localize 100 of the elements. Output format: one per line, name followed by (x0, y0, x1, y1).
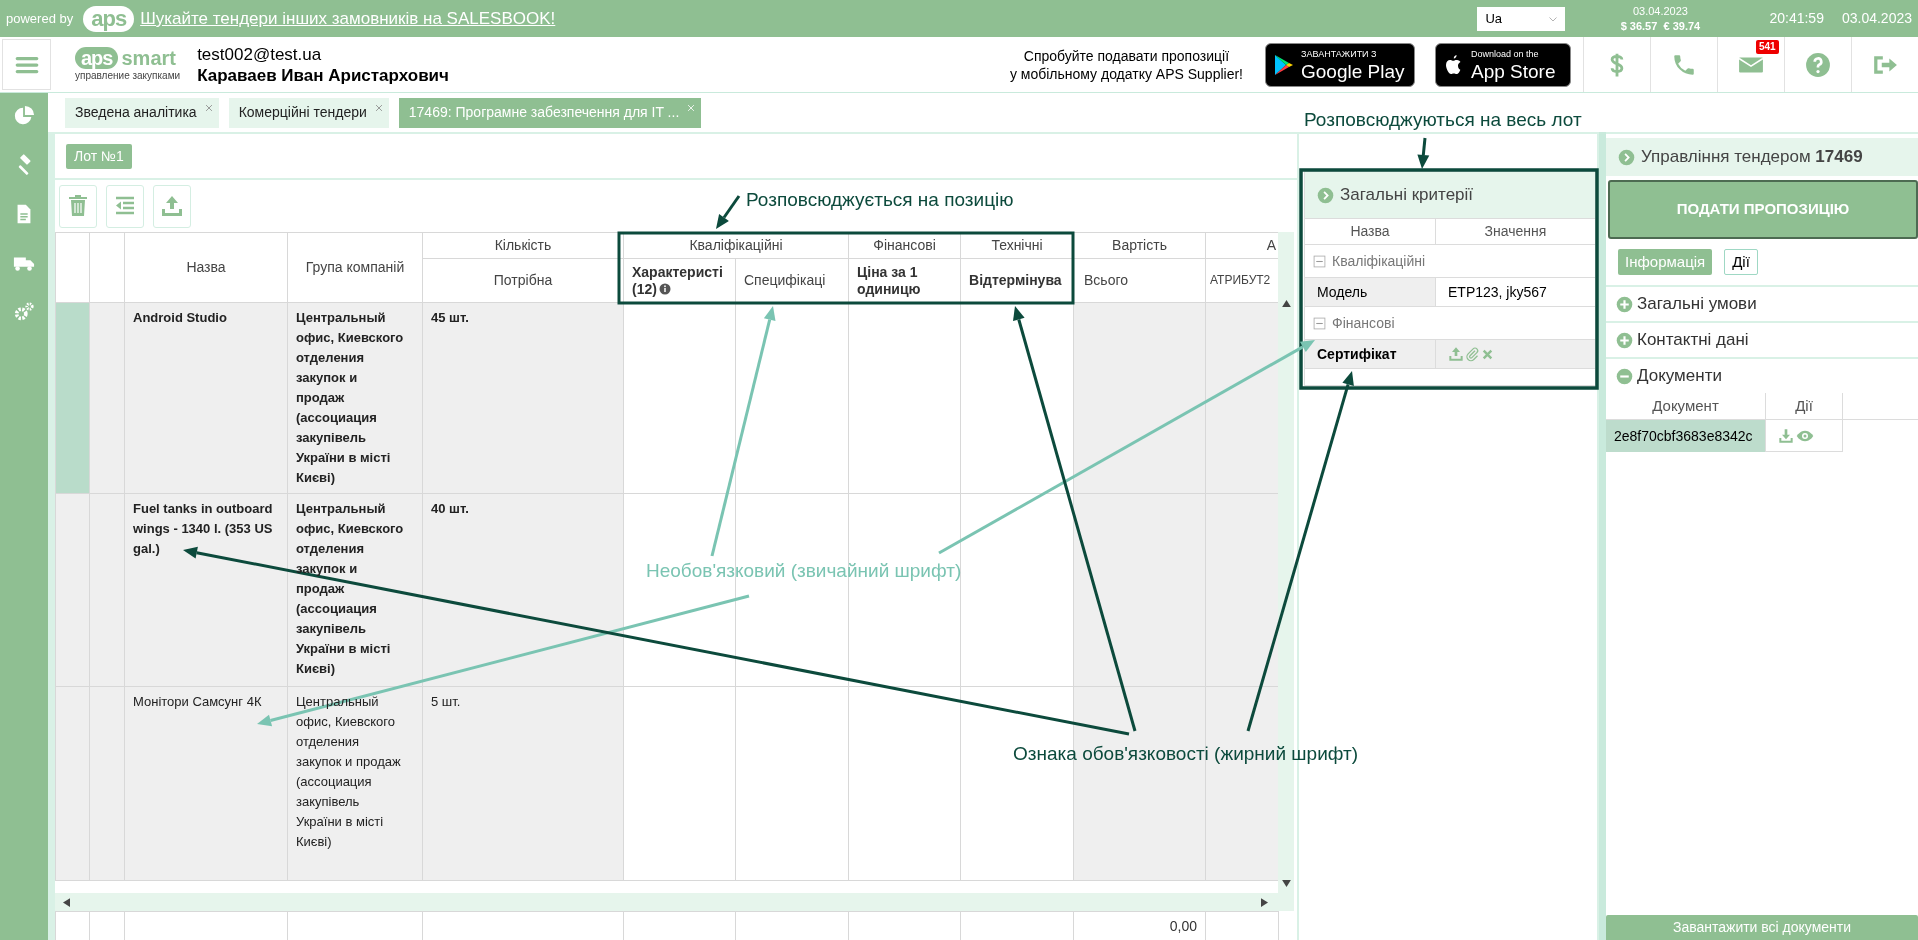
column-header: Назва (1305, 219, 1436, 244)
column-header: Група компаній (287, 232, 423, 303)
header-cell (55, 232, 90, 303)
tab[interactable]: Комерційні тендери (228, 97, 389, 128)
clock-time: 20:41:59 (1769, 9, 1824, 28)
mobile-promo-text: Спробуйте подавати пропозиції (1023, 46, 1230, 65)
section-header[interactable]: Контактні дані (1606, 321, 1918, 357)
plus-circle-icon[interactable] (1616, 331, 1633, 349)
column-header: Назва (124, 232, 288, 303)
column-group-header: Вартість (1073, 232, 1206, 259)
table-cell: Центральный офис, Киевского отделения закупок и продаж (ассоциация закупівель України в місті Києві) (287, 302, 423, 494)
exchange-rates: $ 36.57 € 39.74 (1620, 18, 1701, 34)
column-group-header: А (1205, 232, 1278, 259)
minus-circle-icon[interactable] (1616, 367, 1633, 385)
table-cell: Центральный офис, Киевского отделения закупок и продаж (ассоциация закупівель України в місті Києві) (287, 493, 423, 687)
paperclip-icon (1465, 346, 1480, 362)
column-header: Ціна за 1 одиницю (848, 258, 961, 303)
arrow (716, 195, 741, 229)
column-header: Документ (1651, 395, 1720, 416)
scroll-left-icon[interactable] (63, 897, 70, 907)
outdent-tool-button[interactable] (106, 184, 144, 228)
column-header: Значення (1483, 222, 1548, 241)
store-badge[interactable]: ЗАВАНТАЖИТИ З Google Play (1265, 42, 1415, 87)
close-icon[interactable] (686, 102, 697, 113)
annotation-text: Розповсюджується на позицію (746, 188, 1014, 212)
collapse-icon[interactable] (1313, 254, 1326, 268)
table-cell: Монітори Самсунг 4К (124, 686, 288, 881)
section-header[interactable]: Документи (1606, 357, 1918, 393)
column-header: Потрібна (422, 258, 624, 303)
collapse-icon[interactable] (1313, 316, 1326, 330)
logo-tagline: управление закупками (75, 69, 181, 83)
panel-title: Управління тендером 17469 (1641, 146, 1863, 169)
column-header: Дії (1765, 393, 1843, 419)
table-cell: 45 шт. (422, 302, 624, 494)
tab[interactable]: Зведена аналітика (65, 97, 219, 128)
close-icon[interactable] (373, 102, 384, 113)
delete-tool-button[interactable] (59, 184, 97, 228)
pie-chart-icon (13, 105, 35, 127)
total-cell: 0,00 (1073, 911, 1206, 940)
annotation-text: Розповсюджуються на весь лот (1304, 108, 1582, 132)
close-icon[interactable] (203, 102, 214, 113)
arrow (1417, 137, 1430, 169)
upload-tool-button[interactable] (153, 184, 191, 228)
scroll-right-icon[interactable] (1261, 897, 1268, 907)
column-header: АТРИБУТ2 (1205, 258, 1278, 303)
row-selector-cell[interactable] (55, 686, 90, 881)
powered-by-text: powered by (6, 9, 74, 28)
badge-caption: Download on the (1471, 47, 1540, 61)
annotation-text: Необов'язковий (звичайний шрифт) (646, 559, 962, 583)
badge-title: App Store (1471, 60, 1556, 83)
panel-title: Загальні критерії (1340, 184, 1474, 207)
scroll-down-icon[interactable] (1281, 880, 1291, 887)
user-email: test002@test.ua (197, 43, 323, 65)
table-cell: Fuel tanks in outboard wings - 1340 l. (353 US gal.) (124, 493, 288, 687)
row-selector-cell[interactable] (55, 493, 90, 687)
row-selector-cell[interactable] (55, 302, 90, 494)
badge-title: Google Play (1301, 60, 1405, 83)
notification-badge: 541 (1756, 40, 1779, 54)
mail-button[interactable]: 541 (1717, 37, 1784, 92)
column-header: Специфікаці (735, 258, 849, 303)
criterion-value: ETP123, jky567 (1447, 282, 1548, 302)
document-name[interactable]: 2e8f70cbf3683e8342c (1606, 420, 1765, 452)
criterion-name: Модель (1305, 278, 1436, 306)
download-icon (1778, 427, 1794, 444)
criterion-name: Сертифікат (1305, 340, 1436, 368)
logo-word: smart (121, 46, 176, 69)
chevron-circle-icon (1317, 186, 1334, 204)
scroll-up-icon[interactable] (1281, 300, 1291, 307)
rates-date: 03.04.2023 (1632, 3, 1688, 19)
upload-icon (160, 194, 184, 218)
tab[interactable]: Дії (1724, 249, 1758, 275)
annotation-text: Ознака обов'язковості (жирний шрифт) (1013, 742, 1358, 766)
column-group-header: Кількість (422, 232, 624, 259)
column-header: Відтермінува (960, 258, 1074, 303)
badge-caption: ЗАВАНТАЖИТИ З (1301, 47, 1378, 61)
language-select[interactable]: Ua (1477, 6, 1566, 31)
criteria-group-row[interactable]: Кваліфікаційні (1305, 244, 1595, 277)
current-date: 03.04.2023 (1841, 9, 1912, 28)
group-label: Кваліфікаційні (1332, 251, 1426, 271)
table-cell: 5 шт. (422, 686, 624, 881)
horizontal-scrollbar[interactable] (55, 893, 1294, 911)
plus-circle-icon[interactable] (1616, 295, 1633, 313)
info-icon (658, 282, 671, 295)
upload-icon (1448, 346, 1464, 362)
help-icon (1805, 51, 1831, 78)
chevron-circle-icon (1618, 148, 1635, 166)
table-cell: Android Studio (124, 302, 288, 494)
store-badge[interactable]: Download on the App Store (1435, 42, 1571, 87)
column-header: Характеристі (12) (623, 258, 736, 303)
aps-logo: aps (83, 5, 135, 32)
table-cell: 40 шт. (422, 493, 624, 687)
logo-mark: aps (75, 46, 119, 69)
menu-button[interactable] (2, 39, 51, 90)
trash-icon (66, 194, 90, 218)
header-cell (89, 232, 125, 303)
criteria-group-row[interactable]: Фінансові (1305, 306, 1595, 339)
user-name: Караваев Иван Аристархович (197, 64, 449, 86)
section-header[interactable]: Загальні умови (1606, 285, 1918, 321)
column-header: Всього (1073, 258, 1206, 303)
mobile-promo-text: у мобільному додатку APS Supplier! (1009, 64, 1243, 83)
